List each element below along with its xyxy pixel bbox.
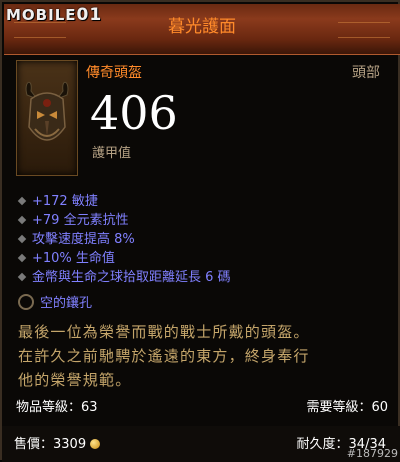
socket-label: 空的鑲孔 bbox=[40, 296, 93, 311]
armor-label: 護甲值 bbox=[92, 146, 132, 161]
flavor-line: 最後一位為榮譽而戰的戰士所戴的頭盔。 bbox=[18, 323, 310, 341]
flavor-line: 他的榮譽規範。 bbox=[18, 371, 132, 389]
gold-coin-icon bbox=[90, 439, 101, 449]
diamond-bullet-icon bbox=[17, 234, 27, 244]
empty-socket: 空的鑲孔 bbox=[18, 294, 92, 312]
affix-text: +172 敏捷 bbox=[32, 194, 98, 209]
item-tooltip: 暮光護面 MOBILE01 傳奇頭盔 頭部 406 護甲值 +172 敏捷 +7… bbox=[0, 0, 400, 462]
affix-text: +10% 生命值 bbox=[32, 251, 115, 266]
flavor-text: 最後一位為榮譽而戰的戰士所戴的頭盔。 在許久之前馳騁於遙遠的東方，終身奉行 他的… bbox=[18, 320, 388, 392]
affix-item: 攻擊速度提高 8% bbox=[17, 230, 231, 249]
post-id: #187929 bbox=[346, 447, 398, 460]
item-icon-frame bbox=[16, 60, 78, 176]
item-level: 物品等級：63 bbox=[16, 400, 98, 415]
site-watermark: MOBILE01 bbox=[6, 4, 102, 26]
footer-bar: 售價：3309 耐久度：34/34 #187929 bbox=[2, 426, 400, 462]
diamond-bullet-icon bbox=[17, 272, 27, 282]
level-row: 物品等級：63 需要等級：60 bbox=[16, 396, 388, 415]
sell-price-text: 售價：3309 bbox=[14, 437, 87, 452]
sell-price: 售價：3309 bbox=[14, 433, 101, 452]
helmet-icon bbox=[25, 81, 69, 141]
armor-value: 406 bbox=[90, 86, 178, 140]
item-slot: 頭部 bbox=[352, 65, 380, 81]
affix-item: 金幣與生命之球拾取距離延長 6 碼 bbox=[17, 268, 231, 287]
socket-ring-icon bbox=[18, 294, 34, 310]
title-flourish-right bbox=[338, 22, 390, 38]
affix-text: 攻擊速度提高 8% bbox=[32, 232, 135, 247]
diamond-bullet-icon bbox=[17, 215, 27, 225]
required-level: 需要等級：60 bbox=[306, 400, 388, 415]
flavor-line: 在許久之前馳騁於遙遠的東方，終身奉行 bbox=[18, 347, 310, 365]
affix-list: +172 敏捷 +79 全元素抗性 攻擊速度提高 8% +10% 生命值 金幣與… bbox=[17, 192, 231, 287]
affix-text: 金幣與生命之球拾取距離延長 6 碼 bbox=[32, 270, 231, 285]
affix-item: +10% 生命值 bbox=[17, 249, 231, 268]
affix-item: +79 全元素抗性 bbox=[17, 211, 231, 230]
watermark-prefix: MOBILE bbox=[6, 6, 77, 24]
affix-item: +172 敏捷 bbox=[17, 192, 231, 211]
watermark-suffix: 01 bbox=[76, 5, 103, 25]
affix-text: +79 全元素抗性 bbox=[32, 213, 129, 228]
item-type: 傳奇頭盔 bbox=[86, 65, 142, 81]
diamond-bullet-icon bbox=[17, 253, 27, 263]
diamond-bullet-icon bbox=[17, 196, 27, 206]
